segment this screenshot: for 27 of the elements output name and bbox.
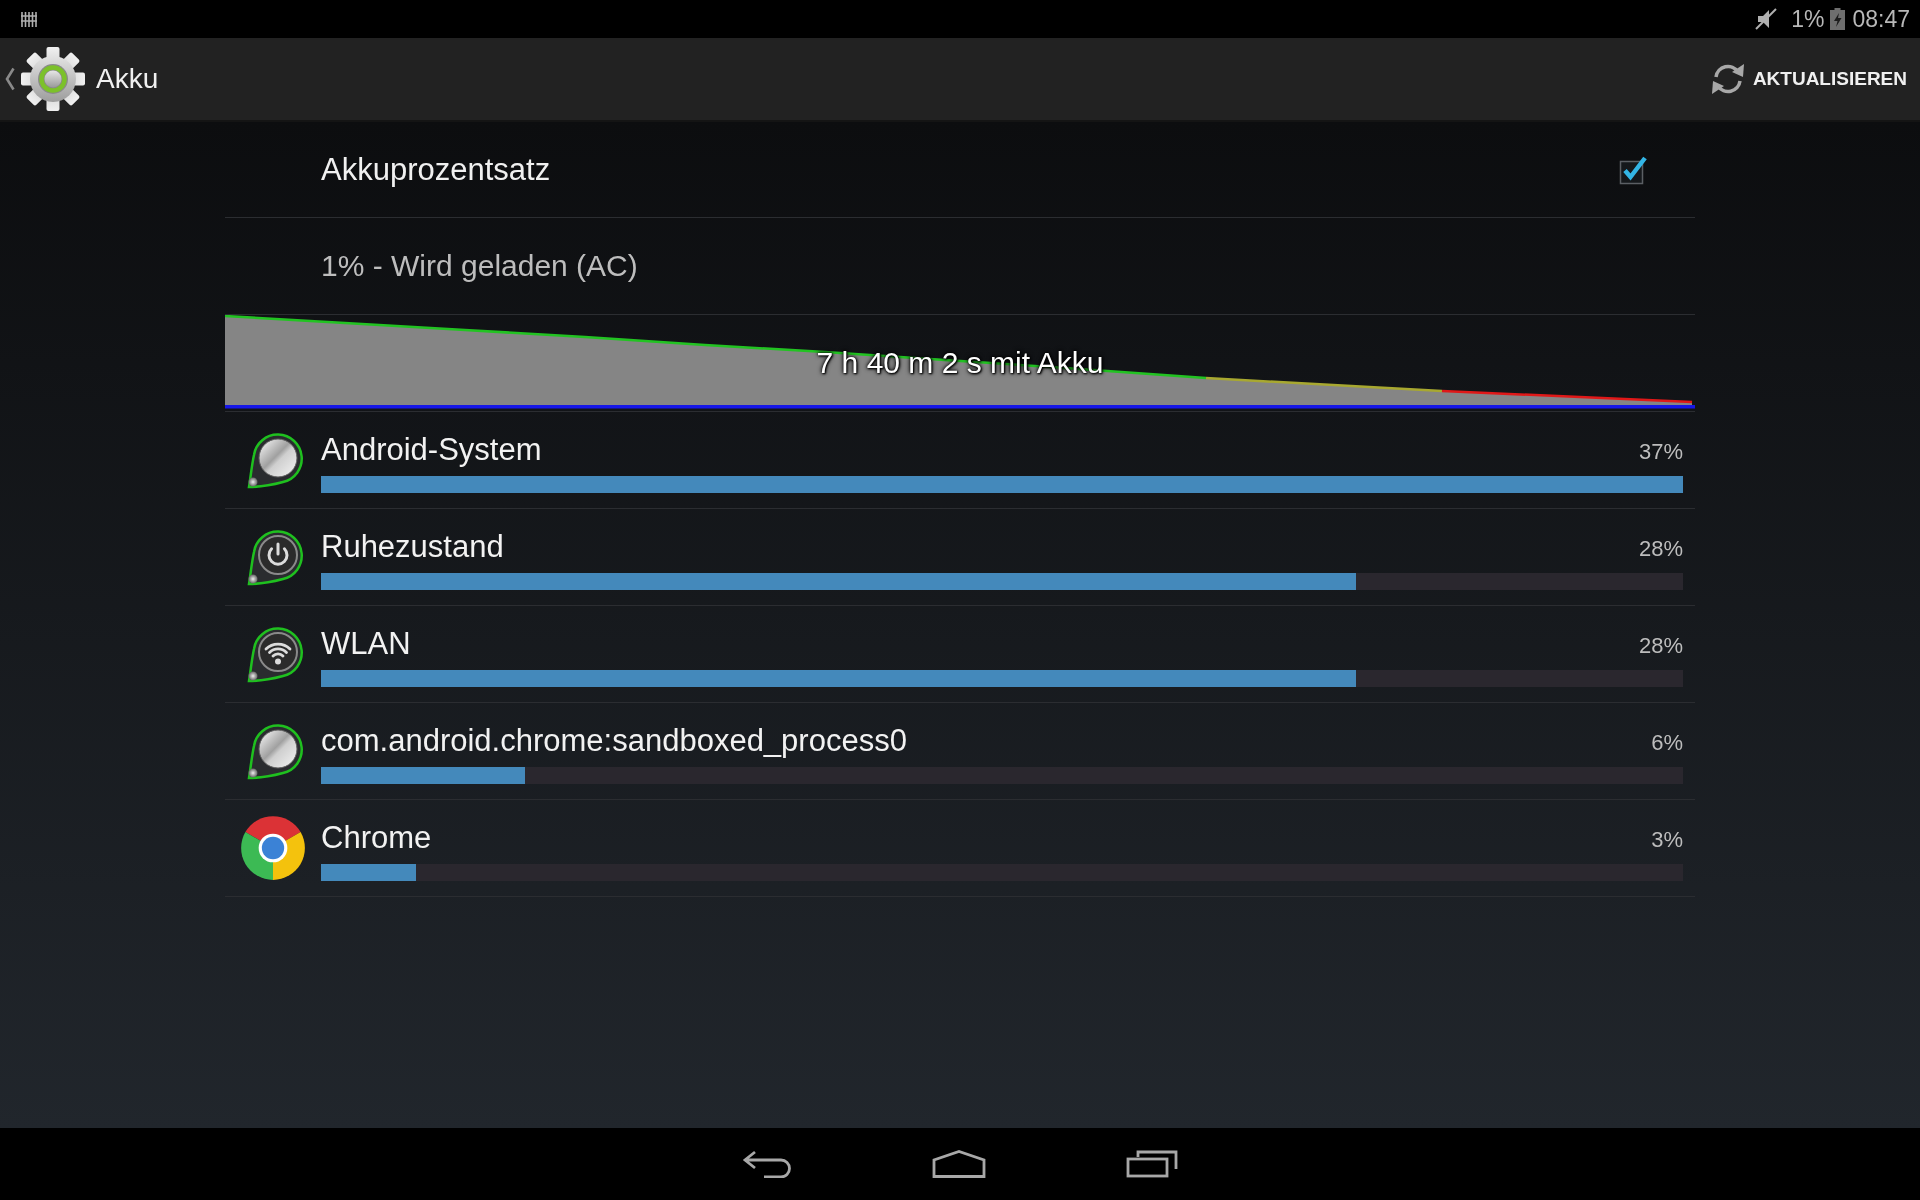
clock: 08:47: [1852, 5, 1910, 33]
usage-percent: 6%: [1651, 729, 1683, 756]
app-name: WLAN: [321, 626, 411, 662]
app-name: com.android.chrome:sandboxed_process0: [321, 723, 907, 759]
usage-percent: 3%: [1651, 826, 1683, 853]
charging-status: 1% - Wird geladen (AC): [321, 249, 638, 283]
usage-percent: 28%: [1638, 632, 1683, 659]
usage-percent: 28%: [1638, 535, 1683, 562]
app-name: Android-System: [321, 432, 542, 468]
battery-charging-icon: [1830, 8, 1846, 30]
muted-speaker-icon: [1755, 8, 1778, 30]
back-icon[interactable]: [742, 1150, 792, 1178]
refresh-button[interactable]: AKTUALISIEREN: [1700, 39, 1920, 119]
refresh-icon: [1710, 62, 1745, 96]
battery-percent: 1%: [1791, 5, 1825, 33]
usage-percent: 37%: [1638, 438, 1683, 465]
caret-icon: [5, 67, 15, 91]
setting-label: Akkuprozentsatz: [321, 151, 551, 188]
app-name: Ruhezustand: [321, 529, 504, 565]
app-name: Chrome: [321, 820, 432, 856]
gear-icon: [20, 46, 86, 112]
up-button[interactable]: Akku: [0, 39, 167, 119]
recents-icon[interactable]: [1126, 1150, 1178, 1178]
grid-icon: [21, 11, 37, 27]
checkbox[interactable]: [1617, 154, 1647, 185]
chrome-icon: [239, 814, 307, 882]
home-icon[interactable]: [932, 1150, 986, 1178]
